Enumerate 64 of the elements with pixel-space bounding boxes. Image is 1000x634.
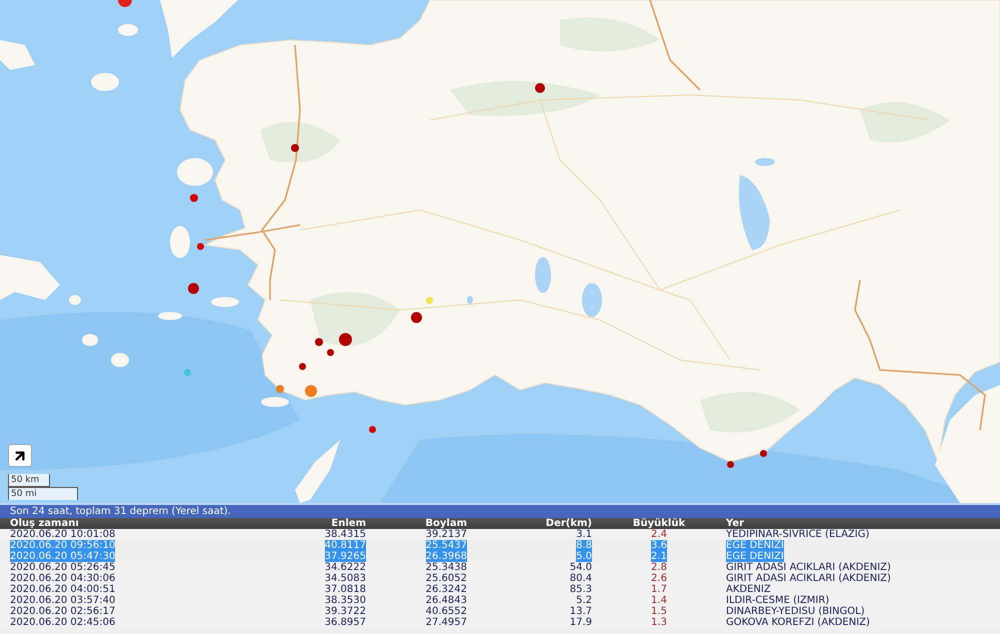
- table-cell: 26.3968: [426, 551, 467, 562]
- column-header: Enlem: [331, 518, 366, 529]
- table-cell: 2020.06.20 04:30:06: [10, 573, 116, 584]
- table-cell: EGE DENIZI: [726, 551, 784, 562]
- table-cell: 54.0: [570, 562, 592, 573]
- table-cell: 13.7: [570, 606, 592, 617]
- column-header: Der(km): [546, 518, 592, 529]
- table-cell: 1.4: [651, 595, 667, 606]
- table-cell: 25.6052: [426, 573, 467, 584]
- table-cell: 8.8: [576, 540, 592, 551]
- table-cell: 2020.06.20 02:56:17: [10, 606, 116, 617]
- table-cell: 34.6222: [324, 562, 366, 573]
- table-cell: 1.5: [651, 606, 667, 617]
- table-cell: 2020.06.20 03:57:40: [10, 595, 116, 606]
- table-cell: 5.0: [576, 551, 592, 562]
- table-cell: 17.9: [570, 617, 592, 628]
- table-cell: 2.4: [651, 529, 667, 540]
- table-cell: 2.8: [651, 562, 667, 573]
- table-cell: GIRIT ADASI ACIKLARI (AKDENIZ): [726, 573, 891, 584]
- table-cell: GOKOVA KOREFZI (AKDENIZ): [726, 617, 870, 628]
- table-cell: 2.6: [651, 573, 667, 584]
- table-cell: 1.7: [651, 584, 667, 595]
- table-cell: 39.2137: [426, 529, 467, 540]
- table-cell: AKDENIZ: [726, 584, 771, 595]
- table-cell: 26.4843: [426, 595, 467, 606]
- table-caption: Son 24 saat, toplam 31 deprem (Yerel saat).: [0, 505, 1000, 518]
- table-cell: 26.3242: [426, 584, 467, 595]
- scale-bar: 50 mi: [8, 487, 78, 500]
- table-cell: 34.5083: [324, 573, 366, 584]
- table-cell: 39.3722: [324, 606, 366, 617]
- table-cell: 2020.06.20 05:47:30: [10, 551, 116, 562]
- table-cell: 36.8957: [324, 617, 366, 628]
- table-cell: ILDIR-CESME (IZMIR): [726, 595, 830, 606]
- table-cell: 25.3438: [426, 562, 467, 573]
- table-cell: 2020.06.20 10:01:08: [10, 529, 116, 540]
- table-cell: 2.1: [651, 551, 667, 562]
- table-cell: YEDIPINAR-SIVRICE (ELAZIG): [726, 529, 870, 540]
- locate-button[interactable]: [8, 444, 32, 467]
- table-cell: 25.5437: [426, 540, 467, 551]
- table-cell: 2020.06.20 09:56:10: [10, 540, 116, 551]
- table-cell: 80.4: [570, 573, 592, 584]
- table-cell: 2020.06.20 02:45:06: [10, 617, 116, 628]
- column-header: Oluş zamanı: [10, 518, 79, 529]
- table-cell: 1.3: [651, 617, 667, 628]
- table-cell: 85.3: [570, 584, 592, 595]
- column-header: Yer: [726, 518, 744, 529]
- table-cell: 40.6552: [426, 606, 467, 617]
- table-cell: 27.4957: [426, 617, 467, 628]
- column-header: Boylam: [425, 518, 467, 529]
- table-cell: EGE DENIZI: [726, 540, 784, 551]
- scale-bar: 50 km: [8, 474, 50, 487]
- table-cell: 37.9265: [324, 551, 366, 562]
- table-cell: 38.3530: [324, 595, 366, 606]
- table-cell: 37.0818: [324, 584, 366, 595]
- table-cell: GIRIT ADASI ACIKLARI (AKDENIZ): [726, 562, 891, 573]
- column-header: Büyüklük: [632, 518, 686, 529]
- table-cell: 38.4315: [324, 529, 366, 540]
- table-cell: 40.8117: [324, 540, 366, 551]
- table-cell: 3.1: [576, 529, 592, 540]
- table-cell: DINARBEY-YEDISU (BINGOL): [726, 606, 865, 617]
- table-cell: 2020.06.20 04:00:51: [10, 584, 116, 595]
- table-cell: 3.6: [651, 540, 667, 551]
- table-cell: 5.2: [576, 595, 592, 606]
- table-cell: 2020.06.20 05:26:45: [10, 562, 116, 573]
